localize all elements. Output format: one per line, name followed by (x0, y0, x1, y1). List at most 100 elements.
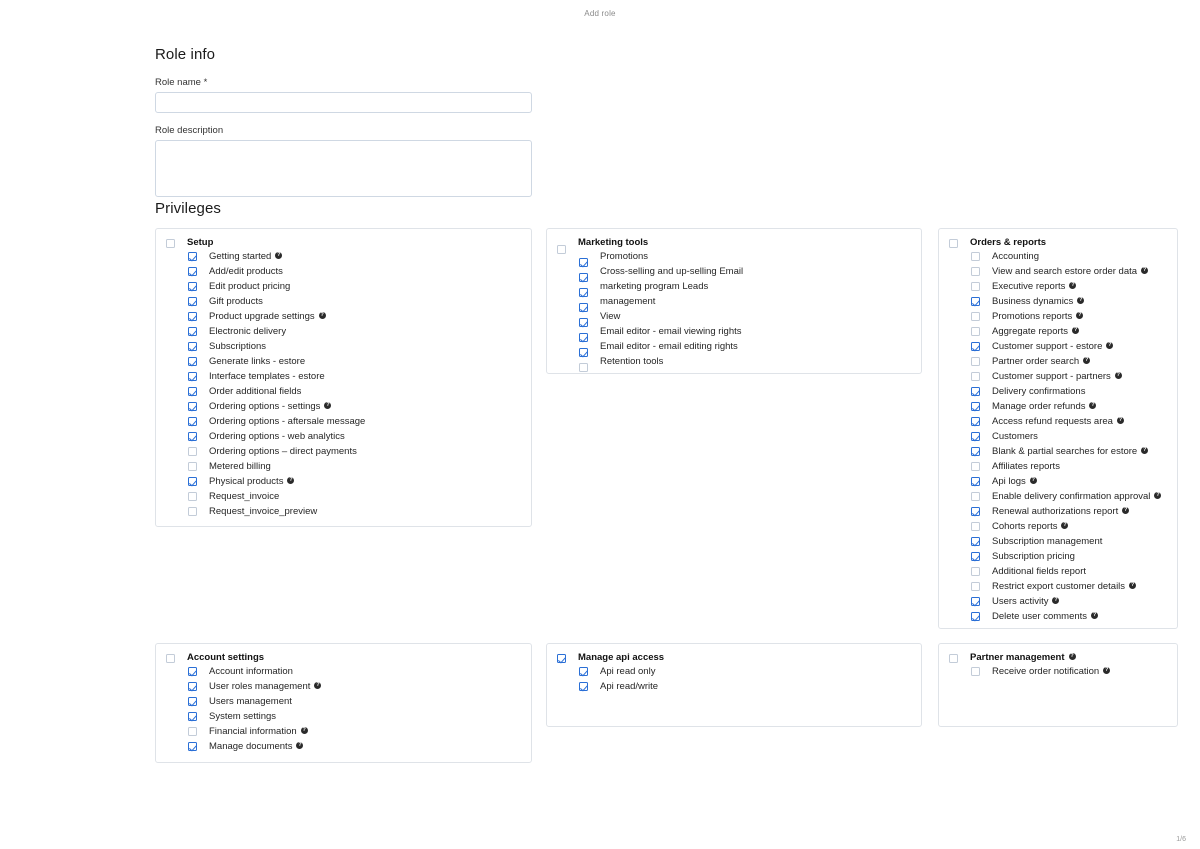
privilege-item[interactable]: Ordering options - web analytics (166, 430, 521, 445)
privilege-item[interactable]: Receive order notification? (949, 665, 1167, 680)
item-checkbox[interactable] (188, 447, 197, 456)
item-checkbox[interactable] (188, 372, 197, 381)
privilege-item[interactable]: Physical products? (166, 475, 521, 490)
item-checkbox[interactable] (971, 612, 980, 621)
privilege-item[interactable]: Business dynamics? (949, 295, 1167, 310)
help-icon[interactable]: ? (1122, 506, 1130, 514)
help-icon[interactable]: ? (1072, 326, 1080, 334)
item-checkbox[interactable] (971, 667, 980, 676)
item-checkbox[interactable] (188, 252, 197, 261)
privilege-item[interactable]: Ordering options – direct payments (166, 445, 521, 460)
privilege-group-header-partner-management[interactable]: Partner management? (949, 652, 1167, 664)
privilege-item[interactable]: Cross-selling and up-selling Email (557, 265, 911, 282)
item-checkbox[interactable] (971, 327, 980, 336)
item-checkbox[interactable] (188, 667, 197, 676)
item-checkbox[interactable] (579, 363, 588, 372)
privilege-item[interactable]: Enable delivery confirmation approval? (949, 490, 1167, 505)
role-description-textarea[interactable] (155, 140, 532, 197)
help-icon[interactable]: ? (1141, 266, 1149, 274)
help-icon[interactable]: ? (1103, 666, 1111, 674)
item-checkbox[interactable] (188, 297, 197, 306)
help-icon[interactable]: ? (1076, 311, 1084, 319)
help-icon[interactable]: ? (1129, 581, 1137, 589)
item-checkbox[interactable] (971, 252, 980, 261)
item-checkbox[interactable] (971, 537, 980, 546)
item-checkbox[interactable] (971, 342, 980, 351)
item-checkbox[interactable] (188, 357, 197, 366)
privilege-group-header-setup[interactable]: Setup (166, 237, 521, 249)
privilege-group-header-manage-api-access[interactable]: Manage api access (557, 652, 911, 664)
privilege-item[interactable]: Cohorts reports? (949, 520, 1167, 535)
privilege-item[interactable]: Accounting (949, 250, 1167, 265)
help-icon[interactable]: ? (1154, 491, 1162, 499)
item-checkbox[interactable] (971, 387, 980, 396)
privilege-item[interactable]: Subscriptions (166, 340, 521, 355)
privilege-item[interactable]: Customers (949, 430, 1167, 445)
help-icon[interactable]: ? (1114, 371, 1122, 379)
help-icon[interactable]: ? (314, 681, 322, 689)
item-checkbox[interactable] (971, 522, 980, 531)
privilege-item[interactable]: Product upgrade settings? (166, 310, 521, 325)
help-icon[interactable]: ? (1029, 476, 1037, 484)
item-checkbox[interactable] (188, 387, 197, 396)
item-checkbox[interactable] (188, 682, 197, 691)
privilege-item[interactable]: Customer support - partners? (949, 370, 1167, 385)
privilege-item[interactable]: Users activity? (949, 595, 1167, 610)
help-icon[interactable]: ? (1069, 281, 1077, 289)
privilege-item[interactable]: User roles management? (166, 680, 521, 695)
item-checkbox[interactable] (971, 507, 980, 516)
privilege-group-header-marketing-tools[interactable]: Marketing tools (557, 237, 911, 254)
item-checkbox[interactable] (971, 312, 980, 321)
help-icon[interactable]: ? (1141, 446, 1149, 454)
item-checkbox[interactable] (188, 312, 197, 321)
item-checkbox[interactable] (971, 492, 980, 501)
privilege-item[interactable]: Interface templates - estore (166, 370, 521, 385)
privilege-item[interactable]: Executive reports? (949, 280, 1167, 295)
help-icon[interactable]: ? (318, 311, 326, 319)
item-checkbox[interactable] (188, 697, 197, 706)
help-icon[interactable]: ? (287, 476, 295, 484)
privilege-item[interactable]: Request_invoice (166, 490, 521, 505)
help-icon[interactable]: ? (1091, 611, 1099, 619)
item-checkbox[interactable] (188, 267, 197, 276)
privilege-item[interactable]: Email editor - email viewing rights (557, 325, 911, 342)
privilege-item[interactable]: Customer support - estore? (949, 340, 1167, 355)
item-checkbox[interactable] (188, 742, 197, 751)
item-checkbox[interactable] (579, 682, 588, 691)
help-icon[interactable]: ? (296, 741, 304, 749)
privilege-item[interactable]: Retention tools (557, 355, 911, 372)
privilege-item[interactable]: Edit product pricing (166, 280, 521, 295)
role-name-input[interactable] (155, 92, 532, 113)
privilege-item[interactable]: Renewal authorizations report? (949, 505, 1167, 520)
privilege-item[interactable]: Affiliates reports (949, 460, 1167, 475)
privilege-item[interactable]: Delivery confirmations (949, 385, 1167, 400)
privilege-item[interactable]: Order additional fields (166, 385, 521, 400)
item-checkbox[interactable] (188, 417, 197, 426)
item-checkbox[interactable] (188, 492, 197, 501)
item-checkbox[interactable] (971, 582, 980, 591)
item-checkbox[interactable] (188, 327, 197, 336)
group-checkbox-setup[interactable] (166, 239, 175, 248)
group-checkbox-partner-management[interactable] (949, 654, 958, 663)
privilege-item[interactable]: marketing program Leads (557, 280, 911, 297)
item-checkbox[interactable] (971, 372, 980, 381)
item-checkbox[interactable] (971, 432, 980, 441)
privilege-item[interactable]: Manage documents? (166, 740, 521, 755)
item-checkbox[interactable] (579, 333, 588, 342)
privilege-item[interactable]: Add/edit products (166, 265, 521, 280)
privilege-item[interactable]: Blank & partial searches for estore? (949, 445, 1167, 460)
privilege-item[interactable]: Request_invoice_preview (166, 505, 521, 520)
privilege-item[interactable]: Financial information? (166, 725, 521, 740)
item-checkbox[interactable] (188, 342, 197, 351)
privilege-item[interactable]: Email editor - email editing rights (557, 340, 911, 357)
privilege-item[interactable]: Subscription management (949, 535, 1167, 550)
privilege-item[interactable]: Getting started? (166, 250, 521, 265)
help-icon[interactable]: ? (1077, 296, 1085, 304)
group-checkbox-manage-api-access[interactable] (557, 654, 566, 663)
privilege-item[interactable]: View and search estore order data? (949, 265, 1167, 280)
item-checkbox[interactable] (971, 447, 980, 456)
item-checkbox[interactable] (971, 297, 980, 306)
item-checkbox[interactable] (188, 507, 197, 516)
item-checkbox[interactable] (188, 712, 197, 721)
item-checkbox[interactable] (579, 258, 588, 267)
